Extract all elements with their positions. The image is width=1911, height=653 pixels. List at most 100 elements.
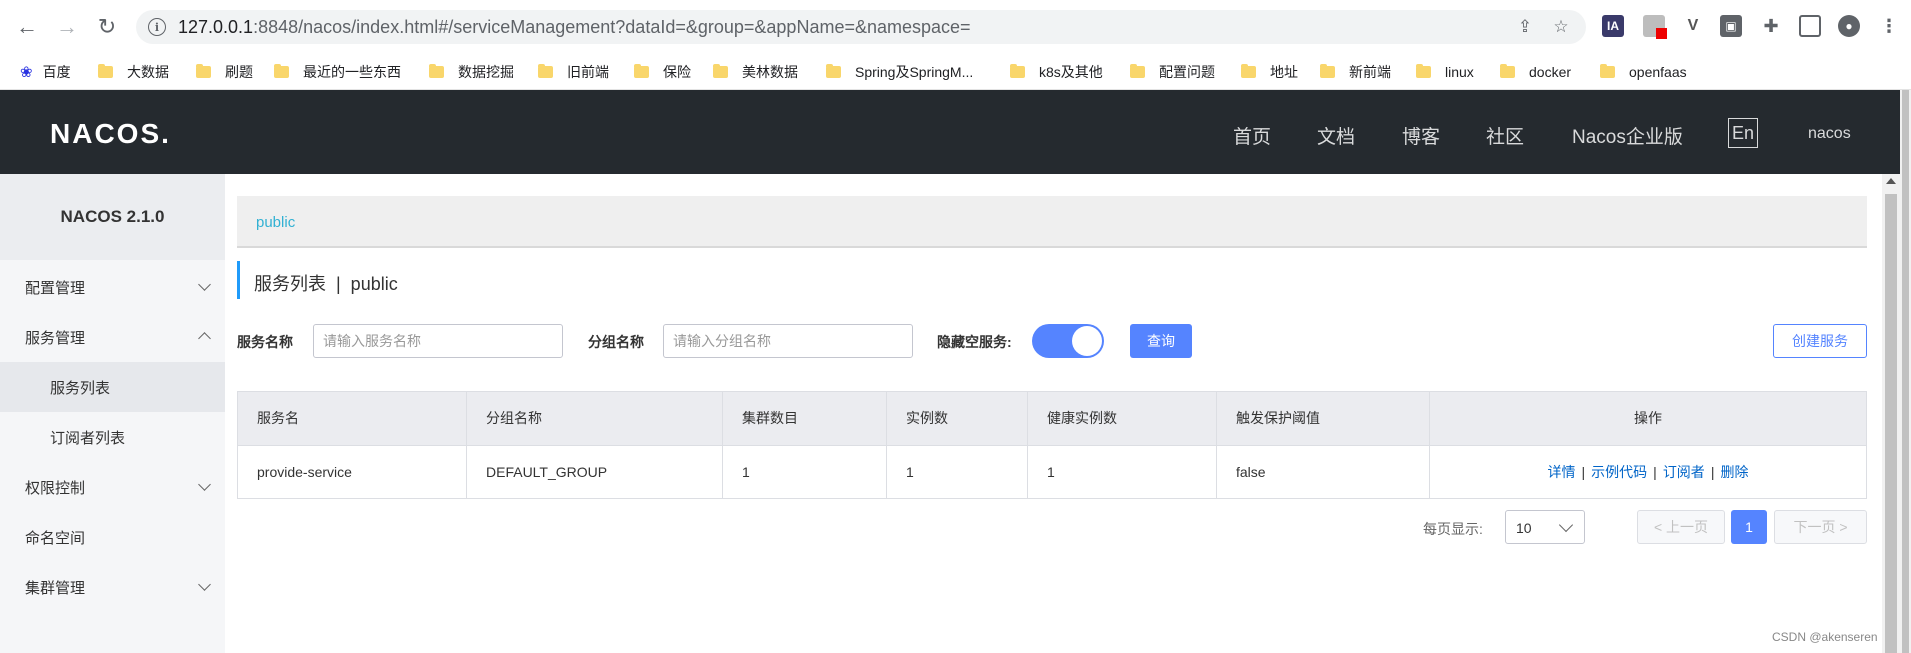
- forward-icon[interactable]: →: [52, 12, 82, 42]
- nav-docs[interactable]: 文档: [1317, 122, 1355, 149]
- separator: |: [1653, 464, 1657, 480]
- chevron-down-icon: [198, 478, 211, 491]
- page-scrollbar[interactable]: [1900, 90, 1911, 653]
- site-info-icon[interactable]: i: [148, 18, 166, 36]
- page-title-bar: 服务列表 | public: [237, 261, 637, 299]
- side-panel-icon[interactable]: [1799, 15, 1821, 37]
- bookmark-folder[interactable]: k8s及其他: [1010, 60, 1103, 84]
- extensions-icon[interactable]: ✚: [1760, 15, 1782, 37]
- cluster-count-cell: 1: [723, 446, 887, 498]
- folder-icon: [98, 64, 113, 78]
- page-title: 服务列表 | public: [254, 274, 398, 294]
- folder-icon: [1500, 64, 1515, 78]
- bookmark-label: 大数据: [127, 64, 169, 80]
- subscriber-link[interactable]: 订阅者: [1663, 464, 1705, 480]
- nav-blog[interactable]: 博客: [1402, 122, 1440, 149]
- page-size-select[interactable]: 10: [1505, 510, 1585, 544]
- bookmark-folder[interactable]: 地址: [1241, 60, 1298, 84]
- share-icon[interactable]: ⇪: [1514, 16, 1536, 38]
- table-row: provide-service DEFAULT_GROUP 1 1 1 fals…: [238, 445, 1866, 498]
- sidebar-item-namespace[interactable]: 命名空间: [0, 512, 225, 562]
- extension-badge-icon[interactable]: [1643, 15, 1667, 39]
- query-button[interactable]: 查询: [1130, 324, 1192, 358]
- extension-puzzle-alt-icon[interactable]: ▣: [1720, 15, 1742, 37]
- folder-icon: [1010, 64, 1025, 78]
- bookmark-folder[interactable]: 美林数据: [713, 60, 798, 84]
- sidebar-item-cluster[interactable]: 集群管理: [0, 562, 225, 612]
- bookmark-label: k8s及其他: [1039, 64, 1103, 80]
- page-size-label: 每页显示:: [1423, 521, 1483, 537]
- profile-avatar-icon[interactable]: ●: [1838, 15, 1860, 37]
- sidebar-item-config[interactable]: 配置管理: [0, 262, 225, 312]
- sidebar-item-access-control[interactable]: 权限控制: [0, 462, 225, 512]
- extension-ia-icon[interactable]: IA: [1602, 15, 1624, 37]
- nacos-logo[interactable]: NACOS.: [50, 118, 171, 150]
- chevron-up-icon: [198, 332, 211, 345]
- bookmark-label: linux: [1445, 64, 1474, 80]
- bookmark-folder[interactable]: 配置问题: [1130, 60, 1215, 84]
- separator: |: [1581, 464, 1586, 480]
- extension-v-icon[interactable]: V: [1682, 15, 1704, 37]
- url-text[interactable]: 127.0.0.1:8848/nacos/index.html#/service…: [178, 17, 971, 38]
- nav-home[interactable]: 首页: [1233, 122, 1271, 149]
- bookmark-folder[interactable]: 新前端: [1320, 60, 1391, 84]
- bookmark-label: Spring及SpringM...: [855, 64, 974, 80]
- namespace-tab-public[interactable]: public: [256, 214, 295, 231]
- page-number-current[interactable]: 1: [1731, 510, 1767, 544]
- bookmark-label: openfaas: [1629, 64, 1687, 80]
- app-header: NACOS. 首页 文档 博客 社区 Nacos企业版 En nacos: [0, 90, 1900, 174]
- url-path: :8848/nacos/index.html#/serviceManagemen…: [253, 17, 971, 37]
- sidebar-item-service[interactable]: 服务管理: [0, 312, 225, 362]
- sample-code-link[interactable]: 示例代码: [1591, 464, 1647, 480]
- nav-enterprise[interactable]: Nacos企业版: [1572, 122, 1683, 149]
- scrollbar-thumb[interactable]: [1902, 90, 1909, 653]
- group-name-input[interactable]: [663, 324, 913, 358]
- scrollbar-thumb[interactable]: [1885, 194, 1897, 653]
- sidebar: NACOS 2.1.0 配置管理 服务管理 服务列表 订阅者列表 权限控制 命名…: [0, 174, 225, 653]
- hide-empty-toggle[interactable]: [1032, 324, 1104, 358]
- address-bar[interactable]: i 127.0.0.1:8848/nacos/index.html#/servi…: [136, 10, 1586, 44]
- language-switch[interactable]: En: [1728, 118, 1758, 148]
- content-scrollbar[interactable]: [1882, 174, 1900, 653]
- bookmark-folder[interactable]: 数据挖掘: [429, 60, 514, 84]
- folder-icon: [196, 64, 211, 78]
- bookmark-label: 保险: [663, 64, 691, 80]
- bookmark-label: 配置问题: [1159, 64, 1215, 80]
- folder-icon: [1320, 64, 1335, 78]
- detail-link[interactable]: 详情: [1548, 464, 1576, 480]
- back-icon[interactable]: ←: [12, 12, 42, 42]
- bookmark-folder[interactable]: 大数据: [98, 60, 169, 84]
- folder-icon: [1241, 64, 1256, 78]
- prev-page-label: 上一页: [1666, 519, 1709, 535]
- chevron-left-icon: <: [1653, 519, 1667, 535]
- bookmark-label: 美林数据: [742, 64, 798, 80]
- column-header: 服务名: [238, 392, 467, 445]
- bookmark-folder[interactable]: 保险: [634, 60, 691, 84]
- bookmark-folder[interactable]: docker: [1500, 60, 1571, 84]
- prev-page-button[interactable]: < 上一页: [1637, 510, 1725, 544]
- bookmark-folder[interactable]: 刷题: [196, 60, 253, 84]
- nav-community[interactable]: 社区: [1486, 122, 1524, 149]
- scroll-up-icon[interactable]: [1886, 178, 1896, 184]
- browser-menu-icon[interactable]: ⋮: [1878, 15, 1900, 37]
- next-page-button[interactable]: 下一页 >: [1774, 510, 1867, 544]
- reload-icon[interactable]: ↻: [92, 12, 122, 42]
- service-name-input[interactable]: [313, 324, 563, 358]
- bookmark-folder[interactable]: openfaas: [1600, 60, 1687, 84]
- bookmark-label: 地址: [1270, 64, 1298, 80]
- bookmark-star-icon[interactable]: ☆: [1550, 16, 1572, 38]
- user-name[interactable]: nacos: [1808, 125, 1851, 143]
- bookmark-folder[interactable]: 旧前端: [538, 60, 609, 84]
- namespace-bar: public: [237, 196, 1867, 248]
- folder-icon: [1416, 64, 1431, 78]
- bookmark-folder[interactable]: linux: [1416, 60, 1474, 84]
- bookmark-folder[interactable]: 最近的一些东西: [274, 60, 401, 84]
- folder-icon: [538, 64, 553, 78]
- sidebar-item-subscriber-list[interactable]: 订阅者列表: [0, 412, 225, 462]
- bookmark-folder[interactable]: Spring及SpringM...: [826, 60, 973, 84]
- delete-link[interactable]: 删除: [1720, 464, 1748, 480]
- bookmark-baidu[interactable]: ❀ 百度: [20, 60, 71, 84]
- create-service-button[interactable]: 创建服务: [1773, 324, 1867, 358]
- healthy-instance-cell: 1: [1028, 446, 1217, 498]
- sidebar-item-service-list[interactable]: 服务列表: [0, 362, 225, 412]
